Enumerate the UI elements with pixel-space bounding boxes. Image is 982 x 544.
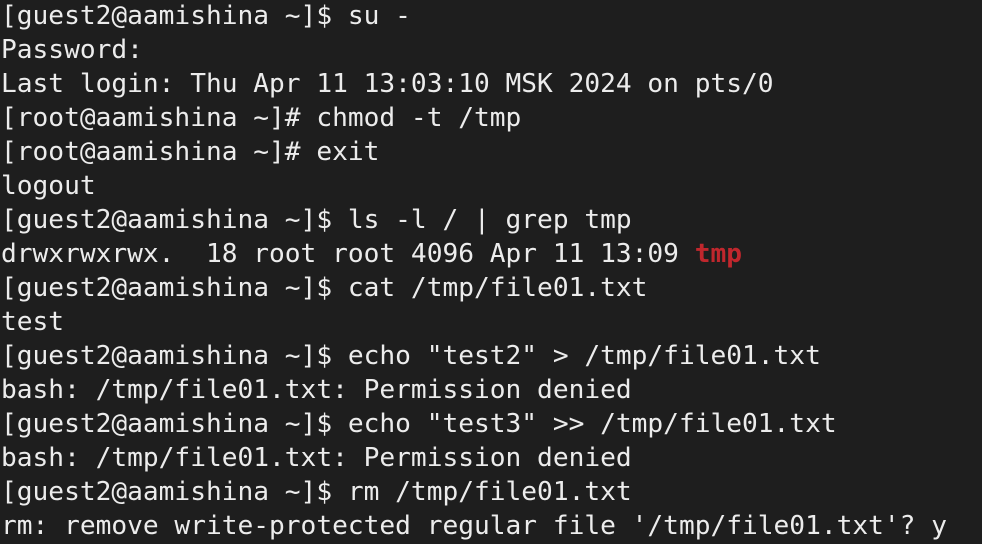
terminal-line: test bbox=[1, 305, 982, 339]
terminal-line: [guest2@aamishina ~]$ rm /tmp/file01.txt bbox=[1, 475, 982, 509]
line-text: [root@aamishina ~]# exit bbox=[1, 137, 380, 167]
line-text: [guest2@aamishina ~]$ echo "test2" > /tm… bbox=[1, 341, 821, 371]
line-text: logout bbox=[1, 171, 96, 201]
terminal-line: rm: remove write-protected regular file … bbox=[1, 509, 982, 543]
line-text: bash: /tmp/file01.txt: Permission denied bbox=[1, 443, 632, 473]
terminal-line: bash: /tmp/file01.txt: Permission denied bbox=[1, 373, 982, 407]
terminal-line: [root@aamishina ~]# exit bbox=[1, 135, 982, 169]
line-text: bash: /tmp/file01.txt: Permission denied bbox=[1, 375, 632, 405]
line-text: [guest2@aamishina ~]$ echo "test3" >> /t… bbox=[1, 409, 837, 439]
terminal-line: [root@aamishina ~]# chmod -t /tmp bbox=[1, 101, 982, 135]
terminal-line: logout bbox=[1, 169, 982, 203]
directory-name-highlight: tmp bbox=[694, 239, 743, 269]
line-text: [guest2@aamishina ~]$ ls -l / | grep tmp bbox=[1, 205, 632, 235]
terminal-line: Last login: Thu Apr 11 13:03:10 MSK 2024… bbox=[1, 67, 982, 101]
terminal-line: [guest2@aamishina ~]$ ls -l / | grep tmp bbox=[1, 203, 982, 237]
line-text: [guest2@aamishina ~]$ su - bbox=[1, 1, 411, 31]
line-text: [guest2@aamishina ~]$ cat /tmp/file01.tx… bbox=[1, 273, 648, 303]
line-text: [root@aamishina ~]# chmod -t /tmp bbox=[1, 103, 522, 133]
line-text: drwxrwxrwx. 18 root root 4096 Apr 11 13:… bbox=[1, 239, 695, 269]
terminal-window[interactable]: [guest2@aamishina ~]$ su - Password: Las… bbox=[0, 0, 982, 544]
line-text: [guest2@aamishina ~]$ rm /tmp/file01.txt bbox=[1, 477, 632, 507]
line-text: Password: bbox=[1, 35, 143, 65]
terminal-line: [guest2@aamishina ~]$ echo "test2" > /tm… bbox=[1, 339, 982, 373]
line-text: rm: remove write-protected regular file … bbox=[1, 511, 947, 541]
terminal-line: drwxrwxrwx. 18 root root 4096 Apr 11 13:… bbox=[1, 237, 982, 271]
terminal-line: [guest2@aamishina ~]$ cat /tmp/file01.tx… bbox=[1, 271, 982, 305]
terminal-line: [guest2@aamishina ~]$ echo "test3" >> /t… bbox=[1, 407, 982, 441]
terminal-line: Password: bbox=[1, 33, 982, 67]
terminal-line: [guest2@aamishina ~]$ su - bbox=[1, 0, 982, 33]
line-text: test bbox=[1, 307, 65, 337]
terminal-line: bash: /tmp/file01.txt: Permission denied bbox=[1, 441, 982, 475]
line-text: Last login: Thu Apr 11 13:03:10 MSK 2024… bbox=[1, 69, 774, 99]
